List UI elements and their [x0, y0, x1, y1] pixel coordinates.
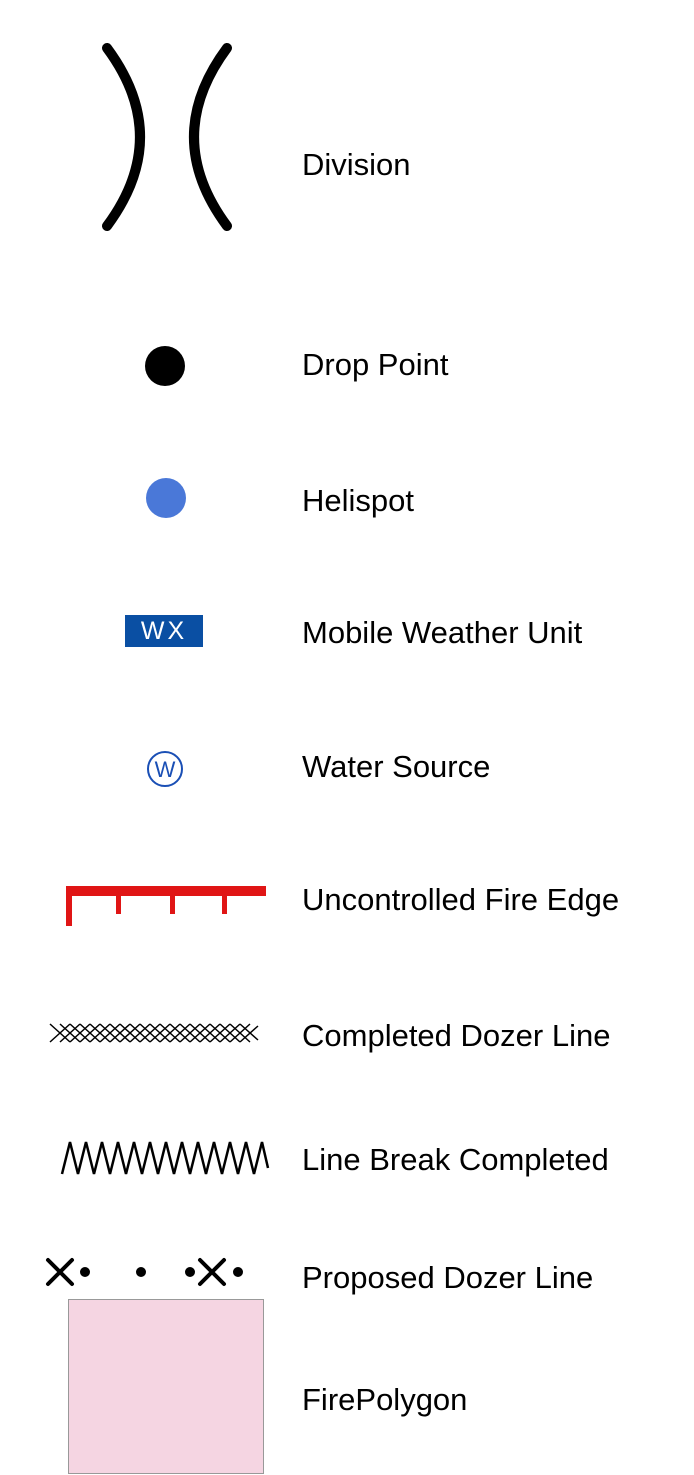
- division-icon: [102, 43, 232, 231]
- legend-label-proposed-dozer-line: Proposed Dozer Line: [302, 1260, 594, 1295]
- water-source-letter: W: [155, 757, 176, 782]
- map-legend: Division Drop Point Helispot WX Mobile W…: [0, 0, 694, 1475]
- mobile-weather-unit-icon: WX: [125, 615, 203, 647]
- uncontrolled-fire-edge-icon: [66, 886, 266, 926]
- line-break-completed-icon: [60, 1141, 270, 1175]
- legend-label-fire-polygon: FirePolygon: [302, 1382, 468, 1417]
- legend-label-division: Division: [302, 147, 411, 182]
- fire-polygon-swatch: [68, 1299, 264, 1474]
- water-source-icon: W: [147, 751, 183, 787]
- drop-point-icon: [145, 346, 185, 386]
- legend-label-line-break-completed: Line Break Completed: [302, 1142, 609, 1177]
- legend-label-uncontrolled-fire-edge: Uncontrolled Fire Edge: [302, 882, 620, 917]
- proposed-dozer-line-icon: [46, 1258, 243, 1286]
- completed-dozer-line-icon: [49, 1023, 259, 1043]
- legend-label-drop-point: Drop Point: [302, 347, 449, 382]
- legend-label-mobile-weather-unit: Mobile Weather Unit: [302, 615, 583, 650]
- legend-label-helispot: Helispot: [302, 483, 414, 518]
- helispot-icon: [146, 478, 186, 518]
- legend-label-water-source: Water Source: [302, 749, 491, 784]
- legend-label-completed-dozer-line: Completed Dozer Line: [302, 1018, 611, 1053]
